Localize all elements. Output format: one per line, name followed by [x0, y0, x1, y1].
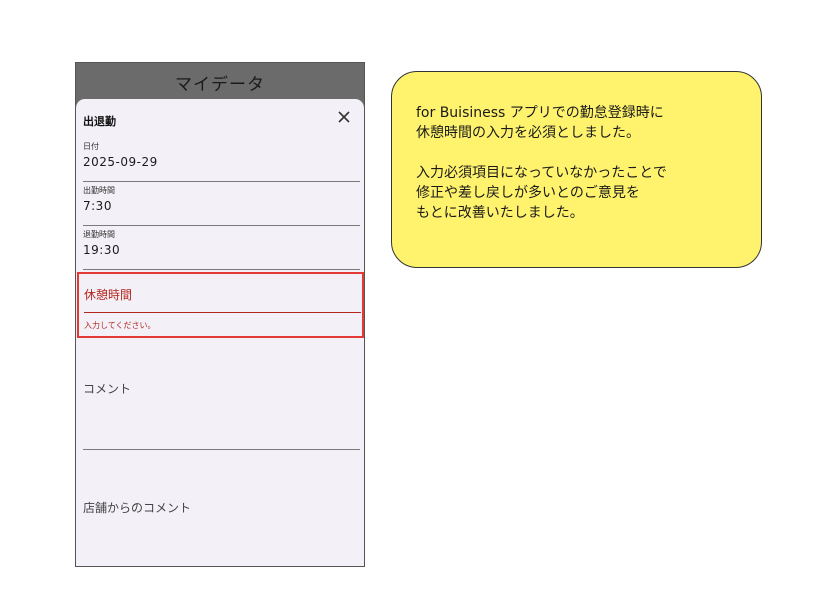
end-time-field[interactable]: 退勤時間 19:30: [83, 229, 360, 270]
comment-underline: [83, 449, 360, 450]
note-line: for Buisiness アプリでの勤怠登録時に: [416, 105, 664, 121]
close-icon[interactable]: [336, 109, 352, 125]
note-line: 入力必須項目になっていなかったことで: [416, 165, 667, 181]
note-line: 休憩時間の入力を必須としました。: [416, 125, 640, 141]
stage: マイデータ 出退勤 日付 2025-09-29 出勤時間 7:30 退勤時間 1…: [0, 0, 819, 614]
note-gap: [416, 143, 741, 163]
date-value: 2025-09-29: [83, 155, 158, 169]
comment-input[interactable]: コメント: [83, 380, 131, 397]
app-title: マイデータ: [175, 74, 265, 95]
attendance-sheet: 出退勤 日付 2025-09-29 出勤時間 7:30 退勤時間 19:30 休…: [76, 99, 364, 566]
break-time-error: 入力してください。: [84, 321, 156, 330]
app-header: マイデータ: [76, 63, 364, 101]
start-time-field[interactable]: 出勤時間 7:30: [83, 185, 360, 226]
break-time-input[interactable]: 休憩時間: [84, 286, 132, 303]
end-time-value: 19:30: [83, 243, 121, 257]
break-time-highlight: 休憩時間 入力してください。: [77, 272, 364, 338]
date-field[interactable]: 日付 2025-09-29: [83, 141, 360, 182]
end-time-label: 退勤時間: [83, 230, 115, 239]
store-comment-label: 店舗からのコメント: [83, 501, 192, 515]
phone-screen: マイデータ 出退勤 日付 2025-09-29 出勤時間 7:30 退勤時間 1…: [75, 62, 365, 567]
note-bubble: for Buisiness アプリでの勤怠登録時に 休憩時間の入力を必須としまし…: [391, 71, 762, 268]
date-label: 日付: [83, 142, 99, 151]
start-time-label: 出勤時間: [83, 186, 115, 195]
break-time-underline: [84, 312, 361, 313]
note-line: 修正や差し戻しが多いとのご意見を: [416, 185, 640, 201]
sheet-title: 出退勤: [83, 115, 116, 128]
note-line: もとに改善いたしました。: [416, 205, 584, 221]
start-time-value: 7:30: [83, 199, 112, 213]
